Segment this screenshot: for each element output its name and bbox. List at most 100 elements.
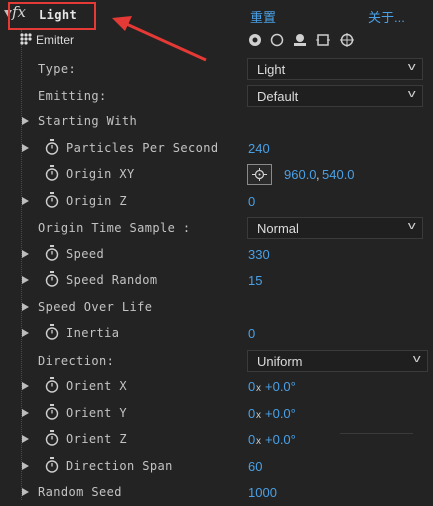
speed-random-row: Speed Random 15 bbox=[0, 268, 433, 294]
speed-over-life-row: Speed Over Life bbox=[0, 295, 433, 321]
origin-y-value[interactable]: 540.0 bbox=[322, 167, 355, 182]
orient-y-multiplier: x bbox=[256, 410, 261, 421]
record-circle-icon[interactable] bbox=[248, 33, 262, 50]
stopwatch-icon[interactable] bbox=[45, 430, 59, 446]
stopwatch-icon[interactable] bbox=[45, 139, 59, 155]
expand-triangle-icon[interactable] bbox=[22, 409, 29, 417]
stopwatch-icon[interactable] bbox=[45, 377, 59, 393]
random-seed-row: Random Seed 1000 bbox=[0, 480, 433, 506]
speed-label: Speed bbox=[66, 247, 105, 261]
direction-dropdown[interactable]: Uniform v bbox=[247, 350, 428, 372]
stopwatch-icon[interactable] bbox=[45, 457, 59, 473]
particles-per-second-value[interactable]: 240 bbox=[248, 141, 270, 156]
stopwatch-icon[interactable] bbox=[45, 245, 59, 261]
orient-z-row: Orient Z 0 x +0.0° bbox=[0, 427, 433, 453]
square-target-icon[interactable] bbox=[316, 33, 330, 50]
orient-y-degrees[interactable]: +0.0° bbox=[265, 406, 296, 421]
origin-z-value[interactable]: 0 bbox=[248, 194, 255, 209]
expand-triangle-icon[interactable] bbox=[22, 197, 29, 205]
direction-span-value[interactable]: 60 bbox=[248, 459, 262, 474]
speed-random-value[interactable]: 15 bbox=[248, 273, 262, 288]
orient-z-revolutions[interactable]: 0 bbox=[248, 432, 255, 447]
origin-time-sample-label: Origin Time Sample : bbox=[38, 221, 191, 235]
emitter-shape-icon[interactable] bbox=[292, 33, 308, 50]
orient-y-revolutions[interactable]: 0 bbox=[248, 406, 255, 421]
inertia-value[interactable]: 0 bbox=[248, 326, 255, 341]
divider bbox=[340, 433, 413, 434]
origin-time-sample-value: Normal bbox=[257, 221, 299, 236]
origin-xy-separator: , bbox=[316, 167, 320, 182]
direction-value: Uniform bbox=[257, 354, 303, 369]
crosshair-icon bbox=[252, 168, 267, 181]
inertia-label: Inertia bbox=[66, 326, 120, 340]
direction-label: Direction: bbox=[38, 354, 115, 368]
orient-x-multiplier: x bbox=[256, 383, 261, 394]
emitting-dropdown[interactable]: Default v bbox=[247, 85, 423, 107]
emitter-label: Emitter bbox=[36, 33, 75, 47]
expand-triangle-icon[interactable] bbox=[22, 303, 29, 311]
particles-per-second-row: Particles Per Second 240 bbox=[0, 136, 433, 162]
reset-link[interactable]: 重置 bbox=[250, 7, 276, 26]
origin-xy-label: Origin XY bbox=[66, 167, 135, 181]
origin-time-sample-dropdown[interactable]: Normal v bbox=[247, 217, 423, 239]
starting-with-row: Starting With bbox=[0, 109, 433, 135]
chevron-down-icon: v bbox=[407, 220, 416, 232]
stopwatch-icon[interactable] bbox=[45, 165, 59, 181]
expand-triangle-icon[interactable] bbox=[22, 462, 29, 470]
annotation-highlight-box bbox=[8, 2, 96, 30]
type-dropdown[interactable]: Light v bbox=[247, 58, 423, 80]
crosshair-icon[interactable] bbox=[340, 33, 354, 50]
expand-triangle-icon[interactable] bbox=[22, 144, 29, 152]
expand-triangle-icon[interactable] bbox=[22, 488, 29, 496]
origin-z-label: Origin Z bbox=[66, 194, 127, 208]
speed-random-label: Speed Random bbox=[66, 273, 158, 287]
direction-span-row: Direction Span 60 bbox=[0, 454, 433, 480]
orient-x-label: Orient X bbox=[66, 379, 127, 393]
emitter-row: Emitter bbox=[0, 28, 433, 54]
direction-span-label: Direction Span bbox=[66, 459, 173, 473]
stopwatch-icon[interactable] bbox=[45, 271, 59, 287]
chevron-down-icon: v bbox=[412, 353, 421, 365]
emitting-row: Emitting: Default v bbox=[0, 83, 433, 109]
emitting-value: Default bbox=[257, 89, 299, 104]
about-link[interactable]: 关于... bbox=[368, 7, 405, 26]
origin-x-value[interactable]: 960.0 bbox=[284, 167, 317, 182]
orient-x-degrees[interactable]: +0.0° bbox=[265, 379, 296, 394]
expand-triangle-icon[interactable] bbox=[22, 276, 29, 284]
expand-triangle-icon[interactable] bbox=[22, 117, 29, 125]
expand-triangle-icon[interactable] bbox=[22, 435, 29, 443]
speed-value[interactable]: 330 bbox=[248, 247, 270, 262]
origin-xy-row: Origin XY 960.0 , 540.0 bbox=[0, 162, 433, 188]
orient-y-row: Orient Y 0 x +0.0° bbox=[0, 401, 433, 427]
speed-over-life-label: Speed Over Life bbox=[38, 300, 153, 314]
point-picker-button[interactable] bbox=[247, 164, 272, 185]
type-label: Type: bbox=[38, 62, 77, 76]
chevron-down-icon: v bbox=[407, 88, 416, 100]
particles-per-second-label: Particles Per Second bbox=[66, 141, 219, 155]
random-seed-value[interactable]: 1000 bbox=[248, 485, 277, 500]
orient-y-label: Orient Y bbox=[66, 406, 127, 420]
expand-triangle-icon[interactable] bbox=[22, 250, 29, 258]
orient-z-multiplier: x bbox=[256, 436, 261, 447]
direction-row: Direction: Uniform v bbox=[0, 348, 433, 374]
type-row: Type: Light v bbox=[0, 56, 433, 82]
type-value: Light bbox=[257, 62, 286, 77]
orient-x-revolutions[interactable]: 0 bbox=[248, 379, 255, 394]
origin-time-sample-row: Origin Time Sample : Normal v bbox=[0, 215, 433, 241]
orient-z-label: Orient Z bbox=[66, 432, 127, 446]
expand-triangle-icon[interactable] bbox=[22, 329, 29, 337]
orient-z-degrees[interactable]: +0.0° bbox=[265, 432, 296, 447]
random-seed-label: Random Seed bbox=[38, 485, 122, 499]
circle-icon[interactable] bbox=[270, 33, 284, 50]
stopwatch-icon[interactable] bbox=[45, 324, 59, 340]
inertia-row: Inertia 0 bbox=[0, 321, 433, 347]
emitting-label: Emitting: bbox=[38, 89, 107, 103]
expand-triangle-icon[interactable] bbox=[22, 382, 29, 390]
starting-with-label: Starting With bbox=[38, 114, 138, 128]
stopwatch-icon[interactable] bbox=[45, 404, 59, 420]
stopwatch-icon[interactable] bbox=[45, 192, 59, 208]
speed-row: Speed 330 bbox=[0, 242, 433, 268]
origin-z-row: Origin Z 0 bbox=[0, 189, 433, 215]
orient-x-row: Orient X 0 x +0.0° bbox=[0, 374, 433, 400]
chevron-down-icon: v bbox=[407, 61, 416, 73]
